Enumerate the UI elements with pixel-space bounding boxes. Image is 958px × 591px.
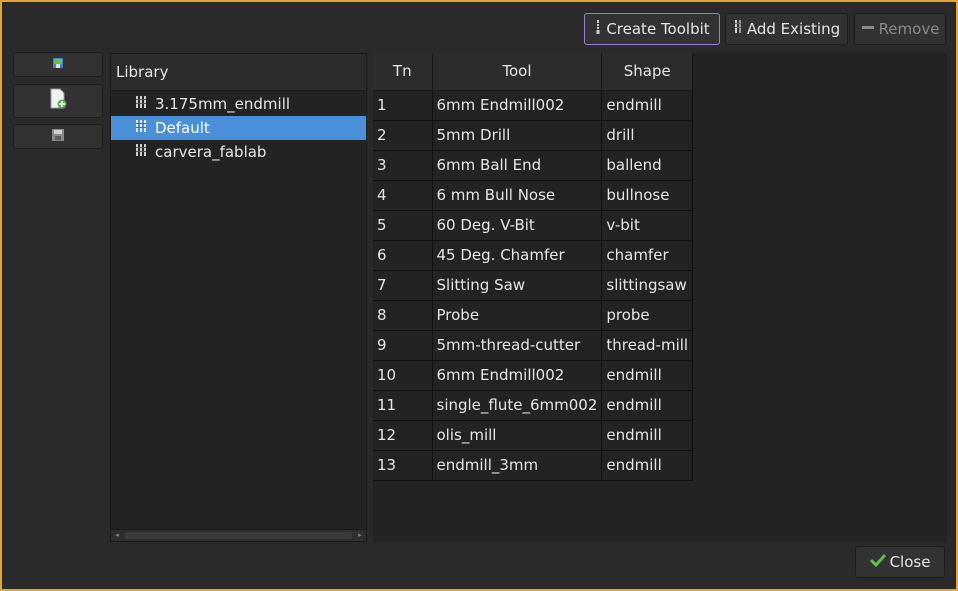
- table-row[interactable]: 12 olis_mill endmill: [373, 420, 694, 451]
- cell-tool[interactable]: 45 Deg. Chamfer: [432, 240, 603, 271]
- toolbit-stack-icon: [135, 140, 149, 164]
- scroll-left-icon[interactable]: ◂: [111, 530, 123, 541]
- cell-tn[interactable]: 13: [373, 450, 433, 481]
- cell-tn[interactable]: 8: [373, 300, 433, 331]
- table-row[interactable]: 3 6mm Ball End ballend: [373, 150, 694, 181]
- cell-tn[interactable]: 7: [373, 270, 433, 301]
- cell-shape[interactable]: endmill: [601, 390, 694, 421]
- tools-table-container: Tn Tool Shape 1 6mm Endmill002 endmill 2 5mm…: [373, 53, 947, 542]
- new-library-icon: [48, 88, 68, 114]
- cell-tn[interactable]: 6: [373, 240, 433, 271]
- cell-tool[interactable]: 5mm-thread-cutter: [432, 330, 603, 361]
- cell-tool[interactable]: 6mm Endmill002: [432, 360, 603, 391]
- column-header-shape[interactable]: Shape: [601, 53, 694, 91]
- cell-tool[interactable]: Slitting Saw: [432, 270, 603, 301]
- cell-tool[interactable]: 5mm Drill: [432, 120, 603, 151]
- cell-shape[interactable]: endmill: [601, 450, 694, 481]
- remove-label: Remove: [878, 20, 940, 38]
- library-header: Library: [111, 54, 366, 91]
- create-toolbit-label: Create Toolbit: [606, 20, 710, 38]
- cell-tool[interactable]: 6 mm Bull Nose: [432, 180, 603, 211]
- toolbit-icon: [594, 19, 602, 39]
- cell-tn[interactable]: 9: [373, 330, 433, 361]
- close-button[interactable]: Close: [855, 546, 945, 578]
- cell-tool[interactable]: 60 Deg. V-Bit: [432, 210, 603, 241]
- open-library-button[interactable]: [13, 52, 103, 77]
- table-row[interactable]: 5 60 Deg. V-Bit v-bit: [373, 210, 694, 241]
- create-toolbit-button[interactable]: Create Toolbit: [584, 13, 720, 45]
- cell-tool[interactable]: olis_mill: [432, 420, 603, 451]
- cell-tn[interactable]: 11: [373, 390, 433, 421]
- library-item-label: 3.175mm_endmill: [155, 95, 291, 113]
- table-row[interactable]: 46 mm Bull Nose bullnose: [373, 180, 694, 211]
- cell-tool[interactable]: endmill_3mm: [432, 450, 603, 481]
- table-row[interactable]: 9 5mm-thread-cutter thread-mill: [373, 330, 694, 361]
- cell-shape[interactable]: slittingsaw: [601, 270, 694, 301]
- table-row[interactable]: 10 6mm Endmill002 endmill: [373, 360, 694, 391]
- library-item-label: carvera_fablab: [155, 143, 267, 161]
- checkmark-icon: [869, 553, 886, 571]
- table-row[interactable]: 6 45 Deg. Chamfer chamfer: [373, 240, 694, 271]
- toolbit-stack-icon: [733, 19, 743, 39]
- scrollbar-thumb[interactable]: [125, 532, 352, 539]
- toolbit-stack-icon: [135, 92, 149, 116]
- open-library-icon: [51, 56, 65, 74]
- cell-tool[interactable]: single_flute_6mm002: [432, 390, 603, 421]
- cell-tn[interactable]: 2: [373, 120, 433, 151]
- tools-table: Tn Tool Shape 1 6mm Endmill002 endmill 2 5mm…: [373, 53, 694, 481]
- horizontal-scrollbar[interactable]: ◂ ▸: [111, 529, 366, 541]
- add-existing-label: Add Existing: [746, 20, 841, 38]
- cell-tool[interactable]: 6mm Ball End: [432, 150, 603, 181]
- add-existing-button[interactable]: Add Existing: [725, 13, 848, 45]
- cell-tool[interactable]: Probe: [432, 300, 603, 331]
- column-header-tn[interactable]: Tn: [373, 53, 433, 91]
- scroll-right-icon[interactable]: ▸: [354, 530, 366, 541]
- cell-tn[interactable]: 1: [373, 90, 433, 121]
- cell-tool[interactable]: 6mm Endmill002: [432, 90, 603, 121]
- cell-tn[interactable]: 3: [373, 150, 433, 181]
- cell-tn[interactable]: 5: [373, 210, 433, 241]
- table-row[interactable]: 1 6mm Endmill002 endmill: [373, 90, 694, 121]
- cell-shape[interactable]: endmill: [601, 420, 694, 451]
- minus-icon: [861, 20, 875, 38]
- table-row[interactable]: 11 single_flute_6mm002 endmill: [373, 390, 694, 421]
- table-row[interactable]: 13 endmill_3mm endmill: [373, 450, 694, 481]
- cell-shape[interactable]: ballend: [601, 150, 694, 181]
- cell-shape[interactable]: drill: [601, 120, 694, 151]
- library-item-default[interactable]: Default: [111, 116, 366, 140]
- cell-shape[interactable]: v-bit: [601, 210, 694, 241]
- library-item-label: Default: [155, 119, 210, 137]
- cell-tn[interactable]: 4: [373, 180, 433, 211]
- library-item-carvera-fablab[interactable]: carvera_fablab: [111, 140, 366, 164]
- table-row[interactable]: 8 Probe probe: [373, 300, 694, 331]
- tool-library-dialog: Create Toolbit Add Existing Remove Libra…: [0, 0, 958, 591]
- save-library-button[interactable]: [13, 124, 103, 149]
- new-library-button[interactable]: [13, 84, 103, 118]
- table-row[interactable]: 7 Slitting Saw slittingsaw: [373, 270, 694, 301]
- cell-tn[interactable]: 10: [373, 360, 433, 391]
- cell-shape[interactable]: chamfer: [601, 240, 694, 271]
- cell-shape[interactable]: endmill: [601, 360, 694, 391]
- table-row[interactable]: 2 5mm Drill drill: [373, 120, 694, 151]
- library-item-3-175mm-endmill[interactable]: 3.175mm_endmill: [111, 92, 366, 116]
- cell-shape[interactable]: bullnose: [601, 180, 694, 211]
- toolbit-stack-icon: [135, 116, 149, 140]
- save-library-icon: [51, 128, 65, 146]
- cell-shape[interactable]: probe: [601, 300, 694, 331]
- remove-button[interactable]: Remove: [854, 13, 946, 45]
- close-label: Close: [889, 553, 931, 571]
- cell-tn[interactable]: 12: [373, 420, 433, 451]
- cell-shape[interactable]: endmill: [601, 90, 694, 121]
- column-header-tool[interactable]: Tool: [432, 53, 603, 91]
- cell-shape[interactable]: thread-mill: [601, 330, 694, 361]
- library-tree[interactable]: Library 3.175mm_endmill Default carvera_…: [110, 53, 367, 542]
